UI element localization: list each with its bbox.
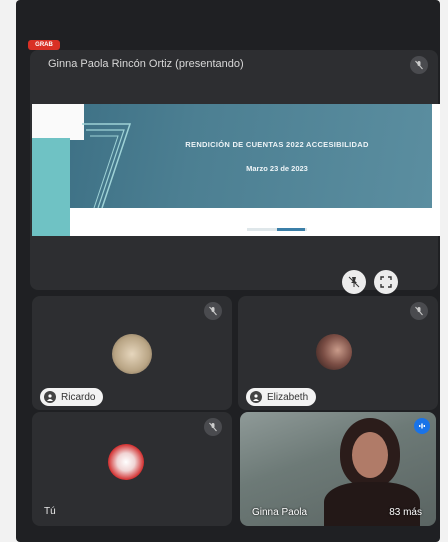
participant-name: Elizabeth [267, 391, 309, 403]
participant-tile-self[interactable]: Tú [32, 412, 232, 526]
person-icon [44, 391, 56, 403]
participant-video-tile[interactable]: Ginna Paola 83 más [240, 412, 436, 526]
recording-badge: GRAB [28, 40, 60, 50]
fullscreen-icon [380, 276, 392, 288]
more-participants-link[interactable]: 83 más [389, 507, 422, 518]
name-chip: Ricardo [40, 388, 104, 406]
name-chip: Elizabeth [246, 388, 317, 406]
avatar [112, 334, 152, 374]
slide-accent-stripe [32, 138, 70, 236]
avatar [316, 334, 352, 370]
speaking-indicator-icon [414, 418, 430, 434]
slide-progress-fill [277, 228, 305, 231]
slide-decoration-icon [82, 123, 132, 208]
slide-subtitle: Marzo 23 de 2023 [246, 164, 308, 173]
participant-tile-elizabeth[interactable]: Elizabeth [238, 296, 438, 410]
participant-tile-ricardo[interactable]: Ricardo [32, 296, 232, 410]
mic-muted-icon [204, 302, 222, 320]
presenter-name: Ginna Paola Rincón Ortiz (presentando) [48, 58, 244, 70]
person-icon [250, 391, 262, 403]
slide-title: RENDICIÓN DE CUENTAS 2022 ACCESIBILIDAD [185, 140, 369, 149]
mic-muted-icon [204, 418, 222, 436]
participant-name: Ricardo [61, 391, 96, 403]
fullscreen-button[interactable] [374, 270, 398, 294]
video-person-face [352, 432, 388, 478]
unpin-button[interactable] [342, 270, 366, 294]
shared-slide: RENDICIÓN DE CUENTAS 2022 ACCESIBILIDAD … [32, 104, 440, 236]
mic-muted-icon [410, 302, 428, 320]
mic-muted-icon [410, 56, 428, 74]
video-person-body [324, 482, 420, 526]
video-participant-name: Ginna Paola [252, 507, 308, 518]
avatar [108, 444, 144, 480]
pin-icon [348, 276, 360, 288]
participant-name: Tú [44, 506, 56, 517]
